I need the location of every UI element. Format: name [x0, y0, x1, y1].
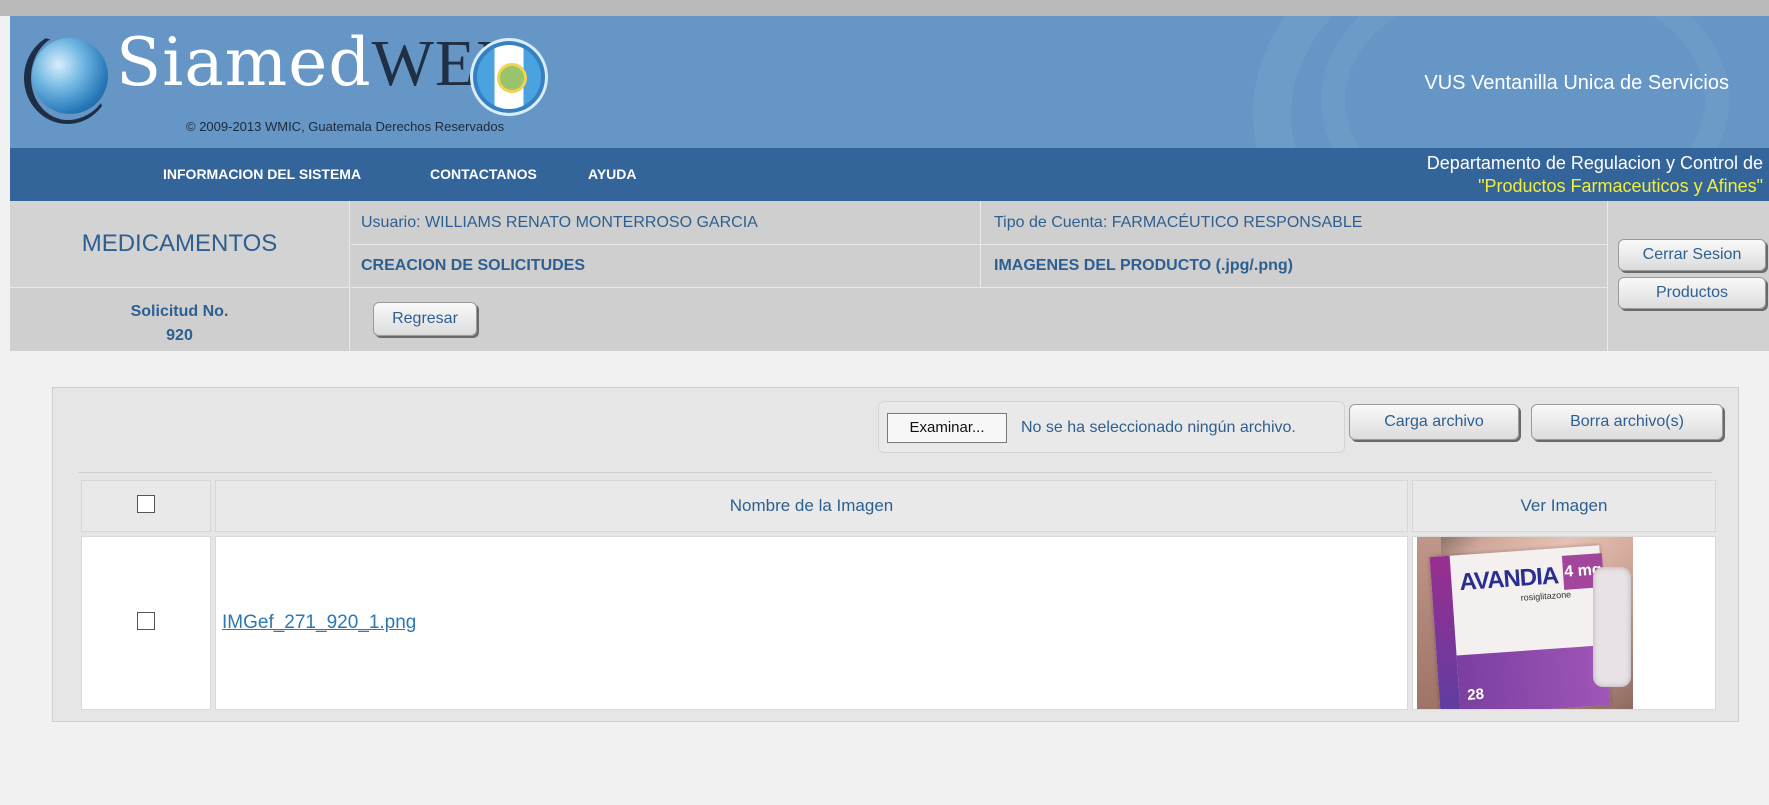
table-row: IMGef_271_920_1.png AVANDIA 4 mg rosigli…: [81, 536, 1716, 710]
siamedweb-logo[interactable]: SiamedWEB: [18, 22, 618, 124]
user-label: Usuario: WILLIAMS RENATO MONTERROSO GARC…: [361, 214, 758, 231]
app-window: SiamedWEB © 2009-2013 WMIC, Guatemala De…: [0, 0, 1769, 805]
box-generic: rosiglitazone: [1520, 589, 1572, 603]
column-header-view: Ver Imagen: [1412, 480, 1716, 532]
module-row: CREACION DE SOLICITUDES IMAGENES DEL PRO…: [351, 245, 1607, 288]
user-row: Usuario: WILLIAMS RENATO MONTERROSO GARC…: [351, 201, 1607, 288]
images-panel: Examinar... No se ha seleccionado ningún…: [52, 387, 1739, 722]
module-label: CREACION DE SOLICITUDES: [361, 257, 586, 274]
images-table: Nombre de la Imagen Ver Imagen IMGef_271…: [77, 476, 1720, 714]
department-title: Departamento de Regulacion y Control de …: [1427, 152, 1763, 198]
nav-bar: INFORMACION DEL SISTEMA CONTACTANOS AYUD…: [10, 148, 1769, 201]
column-header-name: Nombre de la Imagen: [215, 480, 1408, 532]
preview-cell: AVANDIA 4 mg rosiglitazone 28: [1412, 536, 1716, 710]
account-type-label: Tipo de Cuenta: FARMACÉUTICO RESPONSABLE: [994, 214, 1363, 231]
no-file-text: No se ha seleccionado ningún archivo.: [1021, 419, 1296, 436]
delete-files-button[interactable]: Borra archivo(s): [1531, 404, 1723, 440]
logo-text: SiamedWEB: [116, 24, 521, 102]
window-top-border: [0, 0, 1769, 16]
department-line-1: Departamento de Regulacion y Control de: [1426, 153, 1763, 173]
logout-button[interactable]: Cerrar Sesion: [1618, 239, 1766, 271]
filename-link[interactable]: IMGef_271_920_1.png: [222, 612, 416, 633]
request-number-block: Solicitud No. 920: [10, 288, 350, 351]
file-input[interactable]: Examinar... No se ha seleccionado ningún…: [878, 401, 1345, 453]
subsection-label: IMAGENES DEL PRODUCTO (.jpg/.png): [994, 257, 1293, 274]
section-title: MEDICAMENTOS: [10, 201, 350, 288]
site-header: SiamedWEB © 2009-2013 WMIC, Guatemala De…: [10, 16, 1769, 148]
select-all-checkbox[interactable]: [137, 494, 155, 513]
crest-icon: [497, 63, 527, 93]
upload-button[interactable]: Carga archivo: [1349, 404, 1519, 440]
department-line-2: "Productos Farmaceuticos y Afines": [1478, 176, 1763, 196]
table-header-row: Nombre de la Imagen Ver Imagen: [81, 480, 1716, 532]
filename-cell: IMGef_271_920_1.png: [215, 536, 1408, 710]
logo-arc: [24, 32, 111, 124]
guatemala-flag-icon: [470, 38, 548, 116]
browse-button[interactable]: Examinar...: [887, 413, 1007, 443]
back-button[interactable]: Regresar: [373, 302, 477, 336]
copyright-text: © 2009-2013 WMIC, Guatemala Derechos Res…: [186, 119, 505, 134]
account-actions: Cerrar Sesion Productos: [1607, 201, 1769, 351]
request-number: 920: [166, 327, 193, 344]
blister-pack: [1593, 567, 1631, 687]
panel-divider: [78, 472, 1712, 473]
nav-item-ayuda[interactable]: AYUDA: [588, 166, 637, 182]
logo-main: Siamed: [116, 24, 372, 101]
products-button[interactable]: Productos: [1618, 277, 1766, 309]
product-image-thumbnail[interactable]: AVANDIA 4 mg rosiglitazone 28: [1417, 537, 1633, 709]
request-label: Solicitud No.: [130, 303, 229, 320]
row-checkbox[interactable]: [137, 611, 155, 630]
service-title: VUS Ventanilla Unica de Servicios: [1424, 72, 1729, 94]
info-panel: MEDICAMENTOS Usuario: WILLIAMS RENATO MO…: [10, 201, 1769, 351]
row-select-cell: [81, 536, 211, 710]
nav-item-contactanos[interactable]: CONTACTANOS: [430, 166, 537, 182]
box-count: 28: [1466, 685, 1485, 704]
medicine-box: AVANDIA 4 mg rosiglitazone 28: [1429, 545, 1611, 709]
select-all-cell: [81, 480, 211, 532]
nav-item-informacion[interactable]: INFORMACION DEL SISTEMA: [163, 166, 361, 182]
